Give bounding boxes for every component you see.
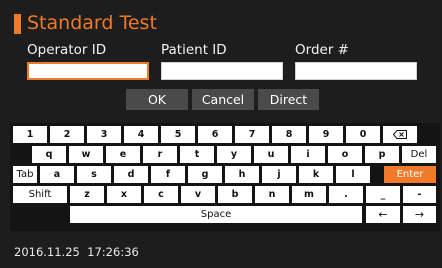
key-d[interactable]: d — [114, 166, 148, 183]
patient-id-input[interactable] — [162, 66, 282, 82]
title-accent-bar — [14, 14, 21, 34]
tab-key[interactable]: Tab — [13, 166, 37, 183]
cancel-button[interactable]: Cancel — [192, 89, 254, 110]
key-o[interactable]: o — [328, 146, 362, 163]
key-3[interactable]: 3 — [87, 126, 121, 143]
right-arrow-key[interactable]: → — [403, 206, 436, 223]
key-p[interactable]: p — [365, 146, 399, 163]
backspace-key[interactable] — [383, 126, 417, 143]
key-h[interactable]: h — [225, 166, 259, 183]
direct-button[interactable]: Direct — [258, 89, 319, 110]
key-2[interactable]: 2 — [50, 126, 84, 143]
status-time: 17:26:36 — [87, 245, 139, 259]
status-datetime: 2016.11.25 17:26:36 — [14, 244, 139, 260]
order-number-input[interactable] — [296, 66, 416, 82]
delete-key[interactable]: Del — [402, 146, 436, 163]
key-m[interactable]: m — [292, 186, 326, 203]
key-period[interactable]: . — [329, 186, 363, 203]
key-0[interactable]: 0 — [346, 126, 380, 143]
key-g[interactable]: g — [188, 166, 222, 183]
key-i[interactable]: i — [291, 146, 325, 163]
key-n[interactable]: n — [255, 186, 289, 203]
key-j[interactable]: j — [262, 166, 296, 183]
key-v[interactable]: v — [181, 186, 215, 203]
key-f[interactable]: f — [151, 166, 185, 183]
key-1[interactable]: 1 — [13, 126, 47, 143]
key-q[interactable]: q — [32, 146, 66, 163]
key-l[interactable]: l — [336, 166, 370, 183]
shift-key[interactable]: Shift — [13, 186, 67, 203]
key-z[interactable]: z — [70, 186, 104, 203]
key-8[interactable]: 8 — [272, 126, 306, 143]
key-4[interactable]: 4 — [124, 126, 158, 143]
order-number-field[interactable] — [295, 62, 417, 82]
key-w[interactable]: w — [69, 146, 103, 163]
key-k[interactable]: k — [299, 166, 333, 183]
key-e[interactable]: e — [106, 146, 140, 163]
ok-button[interactable]: OK — [126, 89, 188, 110]
patient-id-field[interactable] — [161, 62, 283, 82]
right-arrow-icon: → — [414, 208, 425, 221]
key-b[interactable]: b — [218, 186, 252, 203]
left-arrow-key[interactable]: ← — [366, 206, 400, 223]
status-date: 2016.11.25 — [14, 245, 80, 259]
on-screen-keyboard: 1 2 3 4 5 6 7 8 9 0 q w e r t y u i o p … — [10, 123, 440, 231]
key-y[interactable]: y — [217, 146, 251, 163]
key-s[interactable]: s — [77, 166, 111, 183]
key-x[interactable]: x — [107, 186, 141, 203]
page-title: Standard Test — [27, 12, 157, 34]
key-c[interactable]: c — [144, 186, 178, 203]
patient-id-label: Patient ID — [161, 42, 227, 58]
key-hyphen[interactable]: - — [403, 186, 436, 203]
operator-id-input[interactable] — [29, 68, 147, 82]
operator-id-label: Operator ID — [27, 42, 107, 58]
screen: Standard Test Operator ID Patient ID Ord… — [0, 0, 442, 268]
key-t[interactable]: t — [180, 146, 214, 163]
left-arrow-icon: ← — [378, 208, 388, 221]
backspace-icon — [392, 130, 407, 139]
key-underscore[interactable]: _ — [366, 186, 400, 203]
key-7[interactable]: 7 — [235, 126, 269, 143]
space-key[interactable]: Space — [70, 206, 362, 223]
key-r[interactable]: r — [143, 146, 177, 163]
enter-key[interactable]: Enter — [384, 166, 436, 183]
key-6[interactable]: 6 — [198, 126, 232, 143]
key-9[interactable]: 9 — [309, 126, 343, 143]
key-u[interactable]: u — [254, 146, 288, 163]
key-a[interactable]: a — [40, 166, 74, 183]
order-number-label: Order # — [295, 42, 349, 58]
key-5[interactable]: 5 — [161, 126, 195, 143]
operator-id-field[interactable] — [27, 62, 149, 82]
